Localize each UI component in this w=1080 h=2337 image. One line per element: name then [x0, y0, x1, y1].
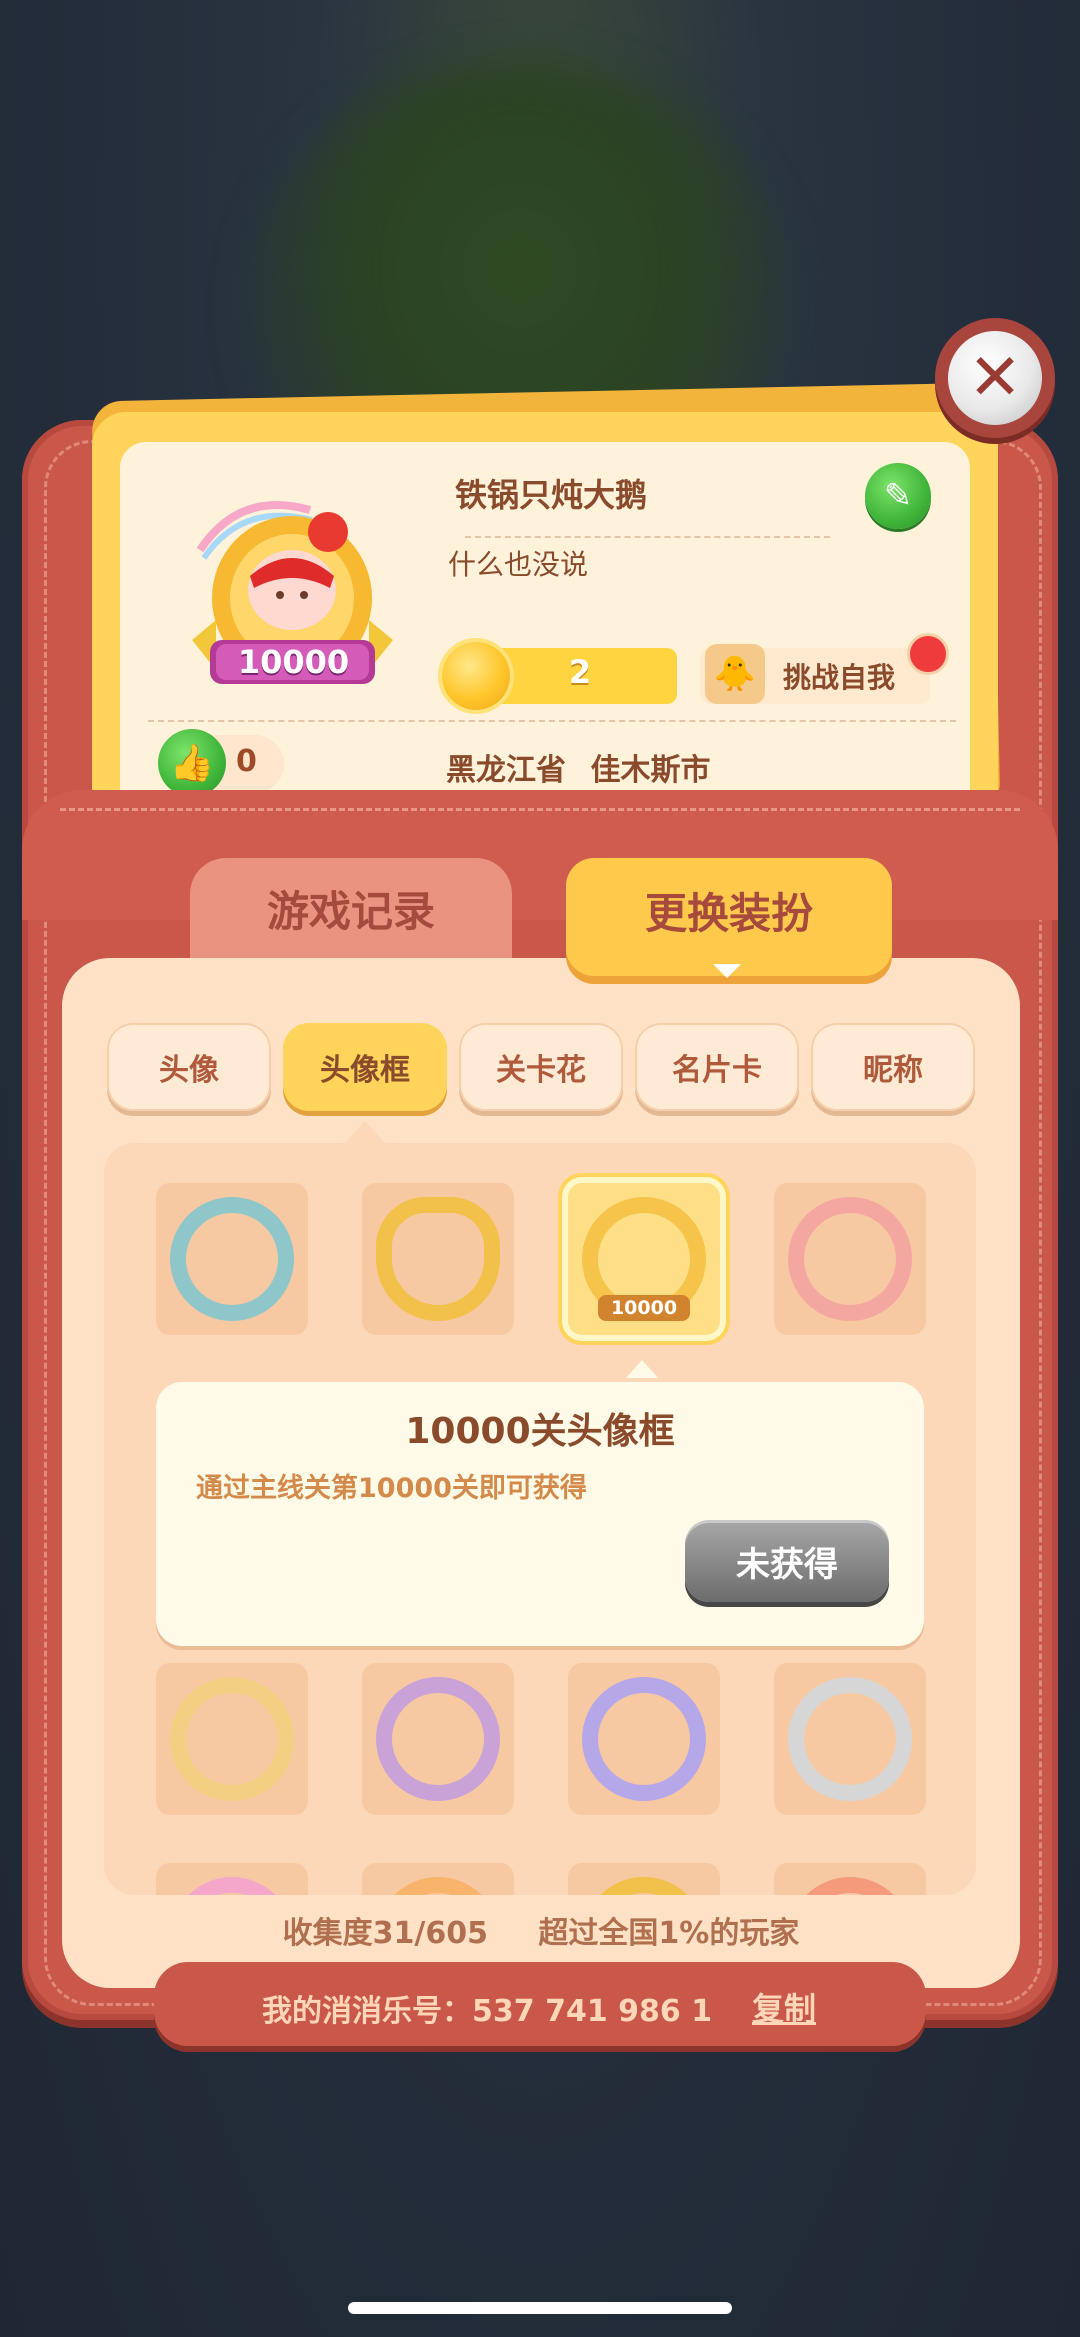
frame-item[interactable]: [362, 1863, 514, 1895]
subtab-pointer: [345, 1121, 385, 1143]
close-button[interactable]: ✕: [935, 318, 1055, 438]
frame-item[interactable]: [568, 1663, 720, 1815]
signature: 什么也没说: [448, 548, 589, 581]
frame-item[interactable]: [156, 1183, 308, 1335]
province: 黑龙江省: [446, 753, 566, 788]
subtab-nickname[interactable]: 昵称: [811, 1023, 975, 1111]
not-obtained-button[interactable]: 未获得: [685, 1520, 889, 1602]
frame-badge: 10000: [598, 1295, 690, 1321]
wave-frame-icon: [170, 1197, 294, 1321]
frame-icon: [788, 1877, 912, 1895]
chevron-down-icon: [713, 964, 741, 978]
player-rank: 超过全国1%的玩家: [538, 1916, 800, 1951]
tooltip-description: 通过主线关第10000关即可获得: [196, 1473, 587, 1504]
avatar-badge-label: 10000: [237, 643, 350, 681]
frame-item[interactable]: [774, 1663, 926, 1815]
collection-stats: 收集度31/605 超过全国1%的玩家: [62, 1908, 1020, 1952]
copy-button[interactable]: 复制: [752, 1984, 816, 2030]
collection-progress: 收集度31/605: [282, 1916, 488, 1951]
tab-change-outfit[interactable]: 更换装扮: [566, 858, 892, 976]
frame-item[interactable]: [774, 1863, 926, 1895]
challenge-label: 挑战自我: [783, 661, 896, 694]
pocket-stitching: [60, 808, 1020, 811]
subtab-avatar-frame[interactable]: 头像框: [283, 1023, 447, 1111]
like-count: 0: [236, 744, 257, 779]
star-count: 2: [568, 653, 592, 691]
flower-frame-icon: [788, 1197, 912, 1321]
frame-icon: [376, 1877, 500, 1895]
notification-dot-icon: [907, 633, 949, 675]
frame-item[interactable]: [362, 1663, 514, 1815]
thumbs-up-icon[interactable]: 👍: [158, 729, 226, 797]
divider: [465, 536, 830, 538]
tooltip-pointer: [626, 1360, 658, 1378]
frame-item-selected[interactable]: 10000: [568, 1183, 720, 1335]
frame-item[interactable]: [568, 1863, 720, 1895]
sun-icon: [442, 642, 510, 710]
frame-item[interactable]: [156, 1663, 308, 1815]
edit-button[interactable]: ✎: [865, 463, 931, 529]
account-id: 我的消消乐号：537 741 986 1: [262, 1994, 713, 2029]
close-icon: ✕: [948, 331, 1042, 425]
divider: [148, 720, 956, 722]
chick-icon: 🐥: [705, 644, 765, 704]
city: 佳木斯市: [590, 753, 711, 788]
subtab-level-flower[interactable]: 关卡花: [459, 1023, 623, 1111]
subtab-avatar[interactable]: 头像: [107, 1023, 271, 1111]
basket-frame-icon: [376, 1197, 500, 1321]
angel-frame-icon: [582, 1677, 706, 1801]
wings-frame-icon: [376, 1677, 500, 1801]
rocket-frame-icon: [170, 1677, 294, 1801]
silver-frame-icon: [788, 1677, 912, 1801]
subtab-name-card[interactable]: 名片卡: [635, 1023, 799, 1111]
home-indicator[interactable]: [348, 2302, 732, 2314]
tab-game-records[interactable]: 游戏记录: [190, 858, 512, 968]
tooltip-title: 10000关头像框: [405, 1411, 675, 1452]
frame-item[interactable]: [156, 1863, 308, 1895]
frame-icon: [170, 1877, 294, 1895]
frame-item[interactable]: [362, 1183, 514, 1335]
pencil-icon: ✎: [883, 476, 913, 516]
nickname: 铁锅只炖大鹅: [455, 476, 648, 514]
frame-icon: [582, 1877, 706, 1895]
frame-item[interactable]: [774, 1183, 926, 1335]
location: 黑龙江省 佳木斯市: [446, 745, 710, 789]
